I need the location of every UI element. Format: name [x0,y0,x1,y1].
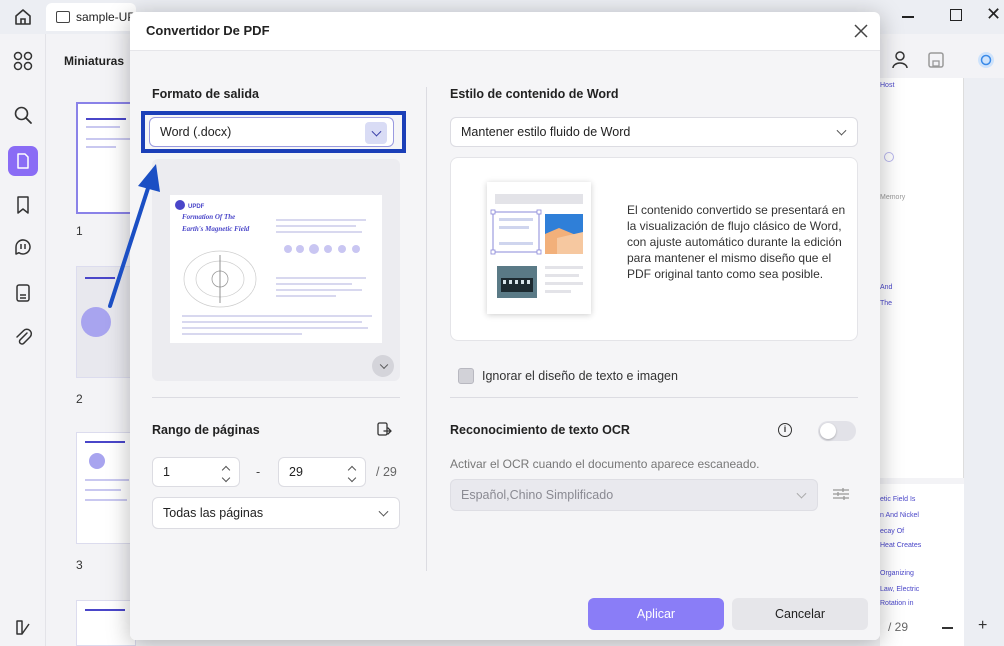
preview-page: UPDF Formation Of The Earth's Magnetic F… [170,195,382,343]
page-total: / 29 [376,465,397,479]
thumbnails-panel: Miniaturas 1 2 3 [46,34,136,646]
thumbnail-page-2[interactable] [76,266,136,378]
output-format-dropdown-button[interactable] [365,122,387,144]
doc-text: And [880,284,893,291]
document-tab[interactable]: sample-UP [46,3,136,31]
thumbnail-page-1[interactable] [76,102,136,214]
page-range-mode-value: Todas las páginas [163,506,264,520]
zoom-in-icon[interactable]: + [978,617,987,635]
preview-title-2: Earth's Magnetic Field [181,225,250,233]
page-range-label: Rango de páginas [152,423,260,437]
thumbnail-page-3[interactable] [76,432,136,544]
output-format-label: Formato de salida [152,87,259,101]
chevron-down-icon [836,125,847,136]
thumbnails-title: Miniaturas [64,54,125,68]
page-range-mode-select[interactable]: Todas las páginas [152,497,400,529]
expand-preview-button[interactable] [372,355,394,377]
pdf-converter-dialog: Convertidor De PDF Formato de salida Wor… [130,12,880,640]
swap-pages-icon[interactable] [376,421,394,439]
thumbnail-page-4[interactable] [76,600,136,646]
ocr-language-select[interactable]: Español,Chino Simplificado [450,479,818,511]
dialog-title: Convertidor De PDF [146,23,270,38]
page-icon[interactable] [8,146,38,176]
home-icon[interactable] [12,6,34,28]
close-icon[interactable] [852,22,870,40]
left-toolbar [0,34,46,646]
output-format-value: Word (.docx) [160,125,232,139]
chevron-down-icon [796,488,807,499]
maximize-icon[interactable] [950,9,962,21]
doc-text: Law, Electric [880,586,920,593]
doc-text: Organizing [880,570,914,577]
info-icon[interactable]: i [778,423,792,437]
document-page: Host Memory And The [880,78,964,478]
output-format-highlight: Word (.docx) [141,111,406,153]
document-tab-title: sample-UP [76,10,136,24]
thumbnail-number: 2 [76,392,83,406]
format-preview-card: UPDF Formation Of The Earth's Magnetic F… [152,159,400,381]
zoom-out-icon[interactable] [942,627,953,629]
doc-text: n And Nickel [880,512,919,519]
doc-text: Heat Creates [880,542,922,549]
ignore-layout-checkbox[interactable] [458,368,474,384]
page-to-value: 29 [289,465,303,479]
window-close-icon[interactable]: ✕ [986,4,1001,25]
apply-button[interactable]: Aplicar [588,598,724,630]
comment-icon[interactable] [12,236,34,258]
thumbnails-grid-icon[interactable] [12,50,34,72]
minimize-icon[interactable] [902,16,914,18]
doc-text: Rotation in [880,600,914,607]
ocr-toggle[interactable] [818,421,856,441]
user-icon[interactable] [890,50,910,70]
word-style-select[interactable]: Mantener estilo fluido de Word [450,117,858,147]
document-view: Host Memory And The etic Field Is n And … [880,34,1004,646]
doc-text: etic Field Is [880,496,916,503]
preview-title-1: Formation Of The [182,213,235,221]
thumbnail-number: 3 [76,558,83,572]
page-to-stepper[interactable] [347,465,357,483]
page-range-separator: - [256,465,261,479]
ocr-description: Activar el OCR cuando el documento apare… [450,457,760,471]
attachment-icon[interactable] [12,326,34,348]
page-from-stepper[interactable] [221,465,231,483]
page-to-input[interactable]: 29 [278,457,366,487]
page-counter: / 29 [888,620,909,634]
cancel-button[interactable]: Cancelar [732,598,868,630]
doc-text: The [880,300,893,307]
preview-logo: UPDF [188,204,205,210]
output-format-select[interactable]: Word (.docx) [149,117,394,147]
dialog-body: Formato de salida Word (.docx) UPDF Form… [130,50,880,640]
word-style-illustration [487,182,591,314]
doc-text: ecay Of [880,528,905,535]
word-style-label: Estilo de contenido de Word [450,87,619,101]
ocr-label: Reconocimiento de texto OCR [450,423,630,437]
layers-icon[interactable] [12,616,34,638]
save-icon[interactable] [926,50,946,70]
chevron-down-icon [379,360,389,370]
ai-assistant-icon[interactable] [976,50,996,70]
chevron-down-icon [371,126,382,137]
ignore-layout-label: Ignorar el diseño de texto e imagen [482,369,678,383]
word-style-description: El contenido convertido se presentará en… [627,203,846,281]
word-style-card: El contenido convertido se presentará en… [450,157,858,341]
word-style-value: Mantener estilo fluido de Word [461,125,631,139]
page-from-input[interactable]: 1 [152,457,240,487]
stamp-icon[interactable] [12,282,34,304]
document-tab-icon [56,11,70,23]
page-from-value: 1 [163,465,170,479]
ocr-settings-icon[interactable] [832,485,850,503]
doc-text: Host [880,82,895,89]
bookmark-icon[interactable] [12,194,34,216]
preview-page-graphic: UPDF Formation Of The Earth's Magnetic F… [175,200,372,335]
chevron-down-icon [378,506,389,517]
thumbnail-number: 1 [76,224,83,238]
search-icon[interactable] [12,104,34,126]
doc-text: Memory [880,194,906,201]
ocr-language-value: Español,Chino Simplificado [461,488,614,502]
